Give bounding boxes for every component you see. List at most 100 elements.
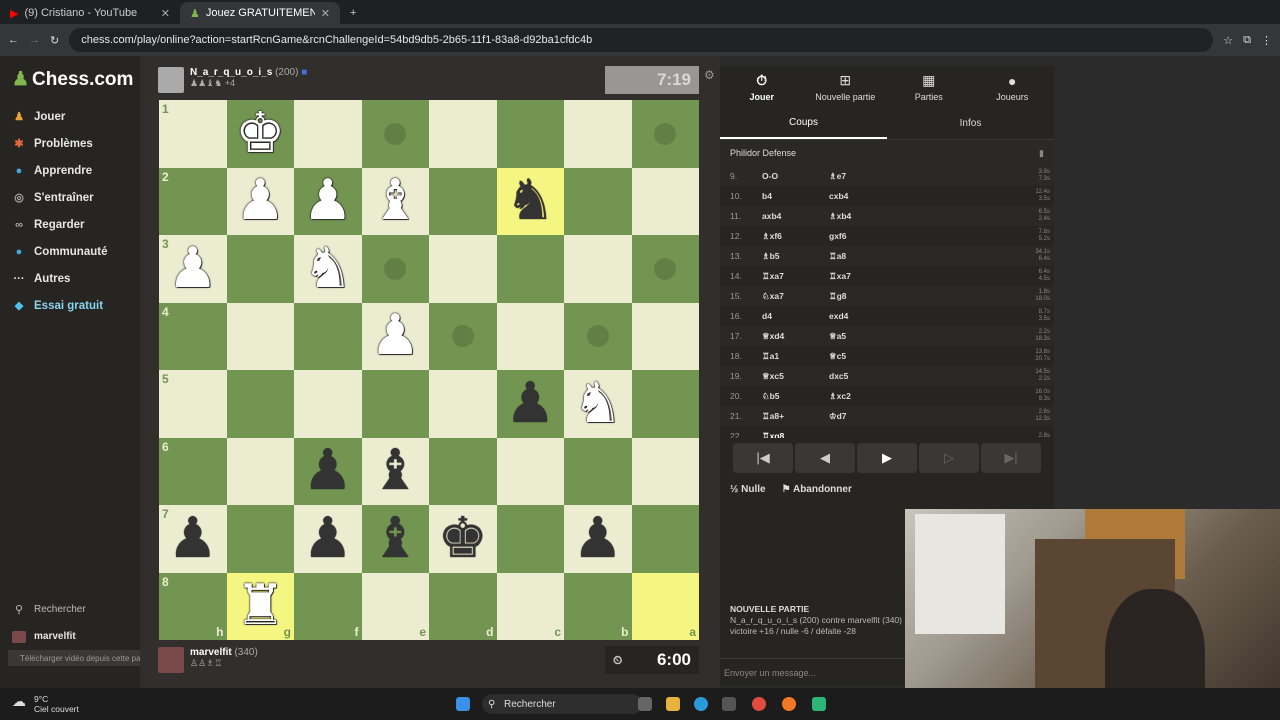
board-square[interactable]: ♟ (294, 167, 362, 235)
sidebar-search[interactable]: ⚲ Rechercher (0, 596, 140, 623)
draw-button[interactable]: ½ Nulle (730, 484, 766, 495)
board-square[interactable] (631, 167, 699, 235)
board-square[interactable] (226, 505, 294, 573)
board-square[interactable] (631, 370, 699, 438)
board-square[interactable] (226, 370, 294, 438)
white-move[interactable]: ♘b5 (762, 391, 829, 402)
tab-nouvelle-partie[interactable]: ⊞ Nouvelle partie (804, 66, 888, 108)
white-move[interactable]: axb4 (762, 211, 829, 221)
tab-joueurs[interactable]: ● Joueurs (971, 66, 1055, 108)
board-square[interactable] (496, 100, 564, 168)
settings-icon[interactable]: ⚙ (704, 68, 715, 82)
board-square[interactable] (429, 167, 497, 235)
white-piece-icon[interactable]: ♞ (573, 375, 623, 432)
board-square[interactable]: f (294, 572, 362, 640)
resign-button[interactable]: ⚑ Abandonner (782, 484, 852, 495)
menu-icon[interactable]: ⋮ (1261, 34, 1272, 47)
white-move[interactable]: ♕xd4 (762, 331, 829, 342)
white-piece-icon[interactable]: ♟ (303, 173, 353, 229)
firefox-icon[interactable] (782, 697, 796, 711)
star-icon[interactable]: ☆ (1223, 34, 1233, 47)
board-square[interactable] (496, 437, 564, 505)
board-square[interactable] (564, 437, 632, 505)
board-square[interactable] (226, 302, 294, 370)
white-piece-icon[interactable]: ♚ (235, 105, 285, 162)
task-view-icon[interactable] (638, 697, 652, 711)
next-move-button[interactable]: ▶ (857, 443, 917, 473)
board-square[interactable] (564, 167, 632, 235)
board-square[interactable] (294, 302, 362, 370)
tab-jouer[interactable]: ⏱ Jouer (720, 66, 804, 108)
board-square[interactable]: 5 (159, 370, 227, 438)
board-square[interactable]: ♚ (226, 100, 294, 168)
black-piece-icon[interactable]: ♟ (303, 443, 353, 499)
board-square[interactable]: ♟ (294, 437, 362, 505)
black-piece-icon[interactable]: ♝ (370, 443, 420, 499)
white-move[interactable]: ♗xf6 (762, 231, 829, 242)
board-square[interactable] (564, 100, 632, 168)
edge-icon[interactable] (694, 697, 708, 711)
board-square[interactable]: 2 (159, 167, 227, 235)
app-icon[interactable] (812, 697, 826, 711)
board-square[interactable]: 3 ♟ (159, 235, 227, 303)
black-move[interactable]: ♗xb4 (829, 211, 896, 222)
board-square[interactable]: g ♜ (226, 572, 294, 640)
board-square[interactable] (361, 370, 429, 438)
sidebar-item-apprendre[interactable]: ● Apprendre (0, 157, 140, 184)
board-square[interactable] (631, 302, 699, 370)
sidebar-user[interactable]: marvelfit (0, 623, 140, 650)
white-move[interactable]: ♗b5 (762, 251, 829, 262)
sidebar-item-jouer[interactable]: ♟ Jouer (0, 103, 140, 130)
white-move[interactable]: ♖a8+ (762, 411, 829, 422)
move-hint-dot[interactable] (654, 122, 677, 145)
black-piece-icon[interactable]: ♟ (168, 510, 218, 567)
sidebar-item-communaute[interactable]: ● Communauté (0, 238, 140, 265)
board-square[interactable]: c (496, 572, 564, 640)
chess-board[interactable]: 1 ♚ 2 ♟ ♟ ♝ ♞ 3 ♟ ♞ 4 ♟ 5 ♟ ♞ 6 ♟ ♝ 7 ♟ ♟ ♝ ♚ ♟ 8 h g ♜ f e d c b a (159, 100, 699, 640)
extensions-icon[interactable]: ⧉ (1243, 34, 1251, 47)
board-square[interactable]: 7 ♟ (159, 505, 227, 573)
board-square[interactable]: a (631, 572, 699, 640)
chrome-icon[interactable] (752, 697, 766, 711)
avatar[interactable] (158, 647, 184, 673)
chess-logo[interactable]: ♟ Chess.com (0, 56, 140, 103)
board-square[interactable]: ♟ (294, 505, 362, 573)
sidebar-item-autres[interactable]: ··· Autres (0, 265, 140, 292)
black-move[interactable]: dxc5 (829, 371, 896, 381)
board-square[interactable] (496, 235, 564, 303)
black-move[interactable]: ♖g8 (829, 291, 896, 302)
white-piece-icon[interactable]: ♝ (370, 173, 420, 229)
white-move[interactable]: ♘xa7 (762, 291, 829, 302)
board-square[interactable]: 1 (159, 100, 227, 168)
previous-move-button[interactable]: ◀ (795, 443, 855, 473)
weather-widget[interactable]: ☁ 9°C Ciel couvert (0, 694, 79, 714)
board-square[interactable] (294, 100, 362, 168)
white-piece-icon[interactable]: ♞ (303, 240, 353, 297)
back-icon[interactable]: ← (8, 34, 19, 46)
board-square[interactable]: ♝ (361, 167, 429, 235)
board-square[interactable] (631, 437, 699, 505)
board-square[interactable] (429, 235, 497, 303)
black-move[interactable]: ♕a5 (829, 331, 896, 342)
sidebar-item-regarder[interactable]: ∞ Regarder (0, 211, 140, 238)
board-square[interactable] (226, 235, 294, 303)
board-square[interactable]: ♞ (294, 235, 362, 303)
board-square[interactable]: ♝ (361, 437, 429, 505)
black-piece-icon[interactable]: ♞ (505, 173, 555, 229)
black-move[interactable]: ♗xc2 (829, 391, 896, 402)
black-move[interactable]: exd4 (829, 311, 896, 321)
black-move[interactable]: ♗e7 (829, 171, 896, 182)
move-hint-dot[interactable] (384, 257, 407, 280)
white-move[interactable]: ♕xc5 (762, 371, 829, 382)
sidebar-item-problemes[interactable]: ✱ Problèmes (0, 130, 140, 157)
play-forward-button[interactable]: ▷ (919, 443, 979, 473)
white-piece-icon[interactable]: ♟ (370, 308, 420, 364)
forward-icon[interactable]: → (29, 34, 40, 46)
black-piece-icon[interactable]: ♚ (438, 510, 488, 567)
close-icon[interactable]: ✕ (161, 7, 170, 20)
white-piece-icon[interactable]: ♟ (235, 173, 285, 229)
black-piece-icon[interactable]: ♝ (370, 510, 420, 567)
board-square[interactable]: ♞ (496, 167, 564, 235)
white-move[interactable]: ♖a1 (762, 351, 829, 362)
black-move[interactable]: gxf6 (829, 231, 896, 241)
